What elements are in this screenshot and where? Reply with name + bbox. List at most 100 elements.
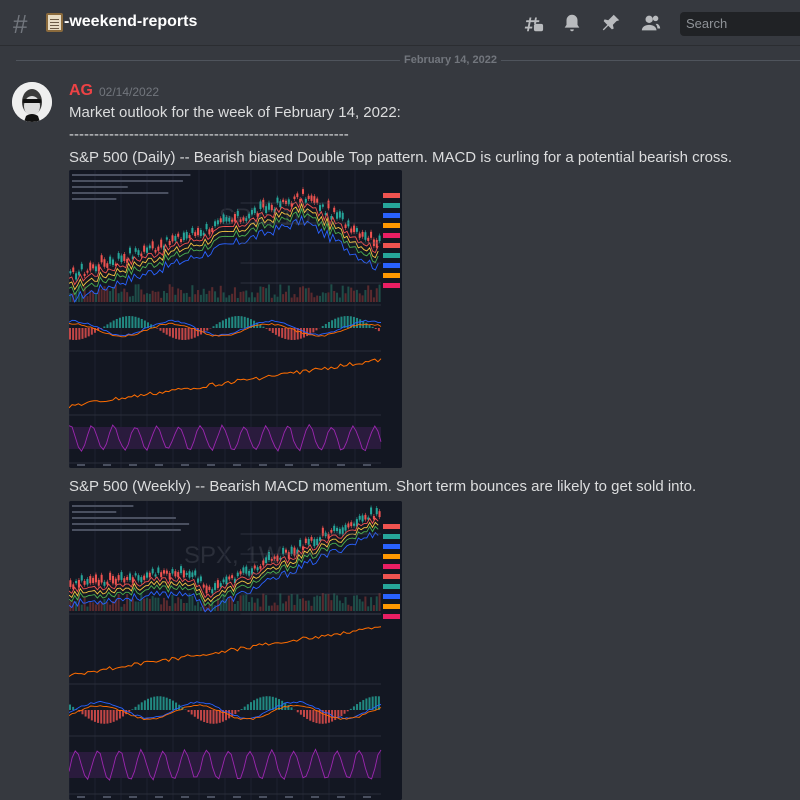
candle [214,221,217,227]
price-label [383,614,400,619]
candle [222,214,225,222]
candle [259,201,262,209]
macd-histogram-bar [90,328,93,335]
macd-histogram-bar [93,710,96,722]
macd-histogram-bar [131,709,134,710]
legend-text-placeholder [72,198,117,200]
volume-bar [267,284,270,302]
time-axis-tick [77,464,85,466]
price-label [383,594,400,599]
candle [236,572,239,577]
macd-histogram-bar [165,328,168,335]
time-axis-tick [363,464,371,466]
volume-bar [248,297,251,302]
macd-histogram-bar [312,328,315,333]
volume-bar [378,284,381,302]
candle [197,227,200,236]
volume-bar [364,289,367,302]
volume-bar [117,293,120,302]
volume-bar [350,606,353,611]
candle [347,523,350,528]
attachment-chart-weekly[interactable]: SPX, 1W [69,501,402,800]
search-input[interactable]: Search [680,12,800,36]
legend-text-placeholder [72,511,117,513]
candle [214,583,217,590]
macd-histogram-bar [156,328,159,329]
volume-bar [262,286,265,302]
price-label [383,203,400,208]
candle [94,574,97,583]
member-list-icon[interactable] [640,12,662,34]
volume-bar [287,285,290,302]
candle [304,538,307,544]
candle [188,571,191,578]
volume-bar [372,297,375,302]
volume-bar [228,597,231,611]
volume-bar [282,294,285,302]
attachment-chart-daily[interactable]: SPX, 1D [69,170,402,468]
volume-bar [344,293,347,302]
candle [290,546,293,554]
volume-bar [296,297,299,302]
time-axis-tick [337,464,345,466]
time-axis-tick [103,796,111,798]
candle [75,580,78,584]
macd-histogram-bar [240,709,243,710]
legend-text-placeholder [72,505,134,507]
time-axis-tick [233,796,241,798]
candle [324,532,327,537]
macd-histogram-bar [274,328,277,335]
candle [282,199,285,203]
legend-text-placeholder [72,529,181,531]
price-label [383,554,400,559]
volume-bar [267,605,270,611]
macd-histogram-bar [271,696,274,710]
message-line: ----------------------------------------… [69,126,349,143]
candle [262,560,265,566]
macd-histogram-bar [212,326,215,328]
volume-bar [353,595,356,611]
macd-histogram-bar [69,704,71,710]
macd-histogram-bar [181,328,184,340]
macd-histogram-bar [237,316,240,328]
candle [367,237,370,241]
volume-bar [180,289,183,302]
macd-histogram-bar [147,698,149,710]
macd-histogram-bar [265,696,268,710]
candle [137,250,140,255]
macd-histogram-bar [72,328,75,340]
candle [231,575,234,579]
candle [86,578,89,585]
volume-bar [333,593,336,611]
volume-bar [154,597,157,611]
price-label [383,263,400,268]
pin-icon[interactable] [600,12,622,34]
volume-bar [194,294,197,302]
volume-bar [174,603,177,611]
candle [177,572,180,578]
candle [327,200,330,209]
candle [253,207,256,214]
volume-bar [171,286,174,302]
candle [341,527,344,535]
macd-histogram-bar [334,710,337,721]
volume-bar [134,601,137,611]
macd-histogram-bar [78,328,81,340]
macd-histogram-bar [131,316,134,328]
candle [140,253,143,257]
candle [191,227,194,234]
bell-icon[interactable] [561,12,583,34]
volume-bar [370,289,373,302]
macd-histogram-bar [97,710,100,723]
threads-icon[interactable] [522,12,544,34]
volume-bar [304,600,307,611]
price-label [383,283,400,288]
volume-bar [208,290,211,302]
macd-histogram-bar [200,710,203,721]
message-author[interactable]: AG [69,82,93,100]
avatar[interactable] [12,82,52,122]
candle [134,573,137,576]
macd-histogram-bar [221,320,224,328]
date-divider: February 14, 2022 [400,54,501,66]
candle [344,524,347,531]
